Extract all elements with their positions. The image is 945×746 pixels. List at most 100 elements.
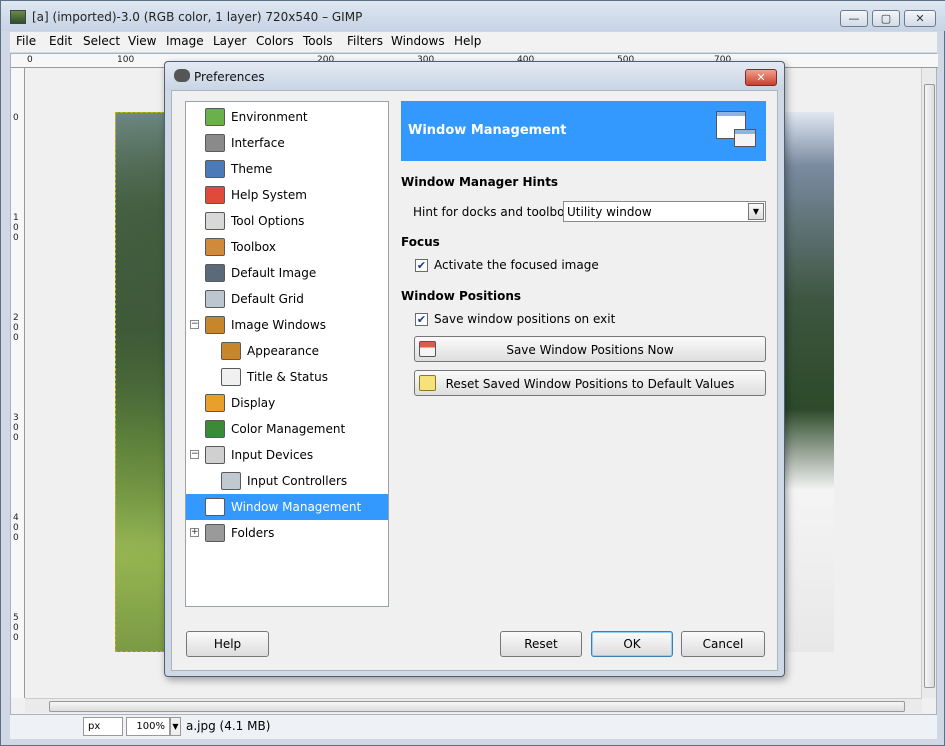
collapse-icon[interactable]: −	[190, 450, 199, 459]
ruler-label: 100	[13, 213, 19, 243]
menu-image[interactable]: Image	[166, 34, 204, 48]
preferences-dialog: Preferences ✕ Environment Interface Theme H…	[164, 61, 785, 677]
category-item[interactable]: − Input Devices	[186, 442, 388, 468]
vertical-ruler[interactable]: 0 100 200 300 400 500	[11, 68, 25, 698]
horizontal-scroll-thumb[interactable]	[49, 701, 905, 712]
category-label: Display	[231, 396, 276, 410]
category-label: Title & Status	[247, 370, 328, 384]
save-positions-now-button[interactable]: Save Window Positions Now	[414, 336, 766, 362]
expand-icon[interactable]: +	[190, 528, 199, 537]
activate-focused-checkbox[interactable]: ✔	[415, 259, 428, 272]
save-on-exit-checkbox[interactable]: ✔	[415, 313, 428, 326]
vertical-scrollbar[interactable]	[921, 68, 936, 698]
category-label: Interface	[231, 136, 285, 150]
category-label: Input Devices	[231, 448, 314, 462]
menu-edit[interactable]: Edit	[49, 34, 72, 48]
category-label: Window Management	[231, 500, 362, 514]
chevron-down-icon[interactable]: ▼	[748, 203, 764, 220]
menu-file[interactable]: File	[16, 34, 36, 48]
wilber-icon	[174, 69, 190, 82]
display-icon	[205, 394, 225, 412]
ruler-label: 400	[13, 513, 19, 543]
window-title: [a] (imported)-3.0 (RGB color, 1 layer) …	[32, 10, 363, 24]
category-label: Appearance	[247, 344, 320, 358]
menu-colors[interactable]: Colors	[256, 34, 294, 48]
category-label: Input Controllers	[247, 474, 348, 488]
input-devices-icon	[205, 446, 225, 464]
zoom-dropdown-arrow-icon[interactable]: ▼	[170, 717, 181, 736]
menu-filters[interactable]: Filters	[347, 34, 383, 48]
category-item[interactable]: Default Grid	[186, 286, 388, 312]
save-on-exit-label[interactable]: Save window positions on exit	[434, 312, 615, 326]
category-label: Default Grid	[231, 292, 304, 306]
category-item[interactable]: − Image Windows	[186, 312, 388, 338]
menu-bar: File Edit Select View Image Layer Colors…	[10, 32, 937, 52]
minimize-button[interactable]: —	[840, 10, 868, 27]
ruler-label: 0	[27, 55, 33, 65]
gimp-image-icon	[10, 10, 26, 24]
category-item[interactable]: Interface	[186, 130, 388, 156]
page-header: Window Management	[401, 101, 766, 161]
category-item[interactable]: Color Management	[186, 416, 388, 442]
vertical-scroll-thumb[interactable]	[924, 84, 935, 688]
hint-label: Hint for docks and toolbox:	[413, 205, 576, 219]
horizontal-scrollbar[interactable]	[25, 698, 922, 713]
category-label: Tool Options	[231, 214, 305, 228]
category-item[interactable]: Help System	[186, 182, 388, 208]
preferences-title-bar[interactable]: Preferences ✕	[165, 62, 784, 90]
category-label: Folders	[231, 526, 275, 540]
collapse-icon[interactable]: −	[190, 320, 199, 329]
file-info: a.jpg (4.1 MB)	[186, 719, 271, 733]
unit-select[interactable]: px	[83, 717, 123, 736]
title-status-icon	[221, 368, 241, 386]
category-item[interactable]: Default Image	[186, 260, 388, 286]
ruler-label: 500	[13, 613, 19, 643]
preferences-close-button[interactable]: ✕	[745, 69, 777, 86]
menu-tools[interactable]: Tools	[303, 34, 333, 48]
category-item[interactable]: Input Controllers	[186, 468, 388, 494]
hint-docks-select[interactable]: Utility window ▼	[563, 201, 766, 222]
category-item[interactable]: Title & Status	[186, 364, 388, 390]
ruler-label: 200	[13, 313, 19, 343]
menu-select[interactable]: Select	[83, 34, 120, 48]
image-windows-icon	[205, 316, 225, 334]
zoom-field[interactable]: 100%	[126, 717, 170, 736]
save-positions-now-label: Save Window Positions Now	[506, 343, 674, 357]
folders-icon	[205, 524, 225, 542]
default-grid-icon	[205, 290, 225, 308]
appearance-icon	[221, 342, 241, 360]
cancel-button[interactable]: Cancel	[681, 631, 765, 657]
wm-hints-heading: Window Manager Hints	[401, 175, 559, 189]
close-button[interactable]: ✕	[904, 10, 936, 27]
default-image-icon	[205, 264, 225, 282]
input-controllers-icon	[221, 472, 241, 490]
menu-help[interactable]: Help	[454, 34, 481, 48]
category-item[interactable]: Appearance	[186, 338, 388, 364]
category-item[interactable]: Window Management	[186, 494, 388, 520]
category-item[interactable]: Tool Options	[186, 208, 388, 234]
activate-focused-label[interactable]: Activate the focused image	[434, 258, 599, 272]
maximize-button[interactable]: ▢	[872, 10, 900, 27]
category-label: Help System	[231, 188, 307, 202]
ruler-label: 0	[13, 113, 19, 123]
category-item[interactable]: Toolbox	[186, 234, 388, 260]
environment-icon	[205, 108, 225, 126]
positions-heading: Window Positions	[401, 289, 522, 303]
category-item[interactable]: Environment	[186, 104, 388, 130]
ruler-label: 300	[13, 413, 19, 443]
category-label: Image Windows	[231, 318, 326, 332]
category-item[interactable]: + Folders	[186, 520, 388, 546]
reset-button[interactable]: Reset	[500, 631, 582, 657]
help-button[interactable]: Help	[186, 631, 269, 657]
title-bar[interactable]: [a] (imported)-3.0 (RGB color, 1 layer) …	[1, 1, 945, 31]
category-label: Toolbox	[231, 240, 276, 254]
ok-button[interactable]: OK	[591, 631, 673, 657]
menu-windows[interactable]: Windows	[391, 34, 445, 48]
menu-view[interactable]: View	[128, 34, 156, 48]
menu-layer[interactable]: Layer	[213, 34, 246, 48]
preferences-body: Environment Interface Theme Help System Tool…	[171, 90, 778, 671]
reset-positions-button[interactable]: Reset Saved Window Positions to Default …	[414, 370, 766, 396]
category-item[interactable]: Theme	[186, 156, 388, 182]
reset-positions-label: Reset Saved Window Positions to Default …	[445, 377, 735, 391]
category-item[interactable]: Display	[186, 390, 388, 416]
